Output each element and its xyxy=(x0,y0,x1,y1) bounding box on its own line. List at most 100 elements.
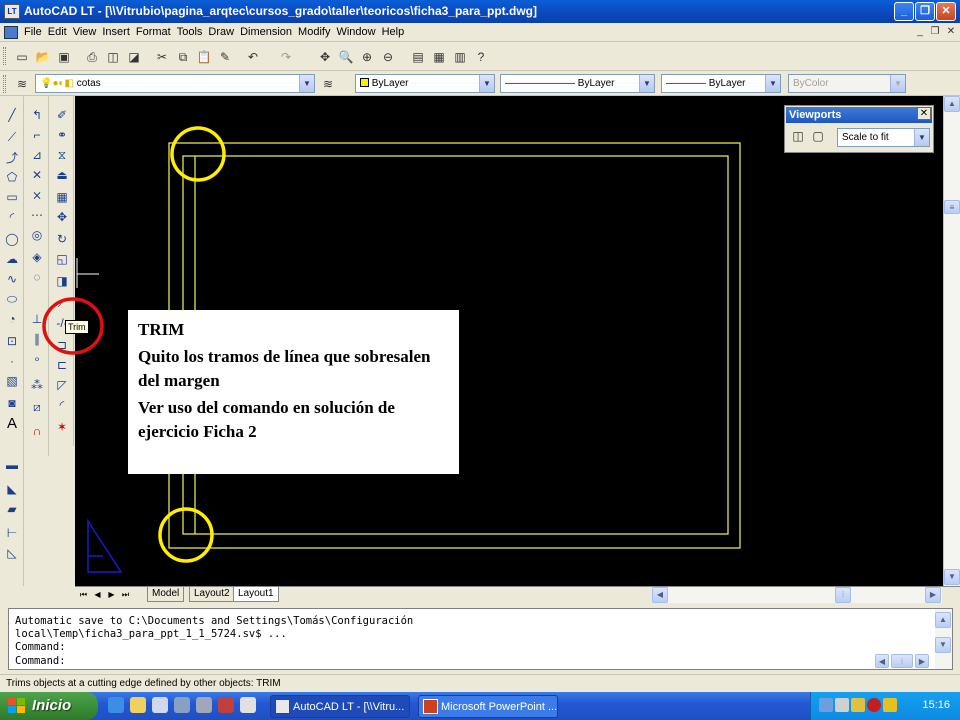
construction-line-icon[interactable]: ⟋ xyxy=(3,128,21,146)
first-tab-icon[interactable]: ⏮ xyxy=(77,588,90,602)
zoom-window-icon[interactable]: ⊕ xyxy=(357,47,377,67)
tab-layout2[interactable]: Layout2 xyxy=(189,587,235,602)
help-icon[interactable]: ? xyxy=(471,47,491,67)
scroll-right-icon[interactable]: ▶ xyxy=(925,587,941,603)
menu-modify[interactable]: Modify xyxy=(298,26,336,38)
spline-icon[interactable]: ∿ xyxy=(3,270,21,288)
tab-model[interactable]: Model xyxy=(147,587,185,602)
fillet-icon[interactable]: ◜ xyxy=(53,396,71,414)
task-autocad[interactable]: AutoCAD LT - [\\Vitru... xyxy=(270,695,410,718)
doc-close-icon[interactable]: ✕ xyxy=(944,26,958,39)
snap-nearest-icon[interactable]: ⧄ xyxy=(28,398,46,416)
menu-tools[interactable]: Tools xyxy=(177,26,209,38)
network-icon[interactable] xyxy=(819,698,833,712)
scroll-down-icon[interactable]: ▼ xyxy=(944,569,960,585)
menu-insert[interactable]: Insert xyxy=(102,26,136,38)
snap-extension-icon[interactable]: ⋯ xyxy=(28,206,46,224)
menu-dimension[interactable]: Dimension xyxy=(240,26,298,38)
viewport-scale-dropdown[interactable]: Scale to fit ▼ xyxy=(837,128,930,147)
viewports-dialog-icon[interactable]: ◫ xyxy=(789,127,807,145)
maximize-button[interactable]: ❐ xyxy=(915,2,935,21)
quicklaunch-app2-icon[interactable] xyxy=(218,697,234,713)
zoom-previous-icon[interactable]: ⊖ xyxy=(378,47,398,67)
erase-icon[interactable]: ✐ xyxy=(53,106,71,124)
scale-icon[interactable]: ◱ xyxy=(53,250,71,268)
menu-window[interactable]: Window xyxy=(336,26,381,38)
explode-icon[interactable]: ✶ xyxy=(53,418,71,436)
ellipse-icon[interactable]: ⬭ xyxy=(3,290,21,308)
security-shield-icon[interactable] xyxy=(883,698,897,712)
volume-icon[interactable] xyxy=(851,698,865,712)
menu-view[interactable]: View xyxy=(73,26,103,38)
cmd-hscroll-thumb[interactable]: ⦙ xyxy=(891,654,913,668)
design-center-icon[interactable]: ▦ xyxy=(429,47,449,67)
polygon-icon[interactable]: ⬠ xyxy=(3,168,21,186)
command-scrollbar[interactable]: ▲ ▼ xyxy=(935,609,952,669)
dim-radius-icon[interactable]: ◺ xyxy=(3,544,21,562)
layer-manager-icon[interactable]: ≋ xyxy=(12,74,32,94)
scroll-thumb[interactable]: ≡ xyxy=(944,200,960,214)
insert-block-icon[interactable]: ⊡ xyxy=(3,332,21,350)
command-window[interactable]: Automatic save to C:\Documents and Setti… xyxy=(8,608,953,670)
copy-icon[interactable]: ⧉ xyxy=(173,47,193,67)
ellipse-arc-icon[interactable]: ◔ xyxy=(3,310,21,328)
scroll-left-icon[interactable]: ◀ xyxy=(652,587,668,603)
zoom-realtime-icon[interactable]: 🔍 xyxy=(336,47,356,67)
scroll-down-icon[interactable]: ▼ xyxy=(935,637,951,653)
chevron-down-icon[interactable]: ▼ xyxy=(299,75,314,92)
multiline-text-icon[interactable]: A xyxy=(3,414,21,432)
stretch-icon[interactable]: ◨ xyxy=(53,272,71,290)
menu-help[interactable]: Help xyxy=(382,26,411,38)
match-properties-icon[interactable]: ✎ xyxy=(215,47,235,67)
quicklaunch-app3-icon[interactable] xyxy=(240,697,256,713)
snap-intersection-icon[interactable]: ✕ xyxy=(28,166,46,184)
save-icon[interactable]: ▣ xyxy=(54,47,74,67)
cut-icon[interactable]: ✂ xyxy=(152,47,172,67)
dimension-icon[interactable]: ▬ xyxy=(3,456,21,474)
arc-icon[interactable]: ◜ xyxy=(3,208,21,226)
sync-icon[interactable] xyxy=(835,698,849,712)
cmd-hscroll-left-icon[interactable]: ◀ xyxy=(875,654,889,668)
scroll-up-icon[interactable]: ▲ xyxy=(935,612,951,628)
open-folder-icon[interactable]: 📂 xyxy=(33,47,53,67)
document-icon[interactable] xyxy=(4,26,18,39)
snap-endpoint-icon[interactable]: ⌐ xyxy=(28,126,46,144)
linetype-dropdown[interactable]: ——————— ByLayer ▼ xyxy=(500,74,655,93)
command-prompt[interactable]: Command: xyxy=(15,655,66,667)
dim-aligned-icon[interactable]: ▰ xyxy=(3,500,21,518)
copy-object-icon[interactable]: ⚭ xyxy=(53,126,71,144)
outlook-express-icon[interactable] xyxy=(152,697,168,713)
internet-explorer-icon[interactable] xyxy=(108,697,124,713)
last-tab-icon[interactable]: ⏭ xyxy=(119,588,132,602)
dim-ordinate-icon[interactable]: ⊢ xyxy=(3,524,21,542)
chevron-down-icon[interactable]: ▼ xyxy=(914,129,929,146)
snap-center-icon[interactable]: ◎ xyxy=(28,226,46,244)
tab-layout1[interactable]: Layout1 xyxy=(233,587,279,602)
revcloud-icon[interactable]: ☁ xyxy=(3,250,21,268)
menu-format[interactable]: Format xyxy=(136,26,177,38)
dim-linear-icon[interactable]: ◣ xyxy=(3,480,21,498)
snap-tangent-icon[interactable]: ◌ xyxy=(28,268,46,286)
pan-realtime-icon[interactable]: ✥ xyxy=(315,47,335,67)
chevron-down-icon[interactable]: ▼ xyxy=(479,75,494,92)
plot-preview-icon[interactable]: ◫ xyxy=(103,47,123,67)
lineweight-dropdown[interactable]: ———— ByLayer ▼ xyxy=(661,74,781,93)
color-dropdown[interactable]: ByLayer ▼ xyxy=(355,74,495,93)
publish-icon[interactable]: ◪ xyxy=(124,47,144,67)
make-current-layer-icon[interactable]: ≋ xyxy=(318,74,338,94)
print-icon[interactable]: ⎙ xyxy=(82,47,102,67)
snap-node-icon[interactable]: ⁂ xyxy=(28,376,46,394)
task-powerpoint[interactable]: Microsoft PowerPoint ... xyxy=(418,695,558,718)
next-tab-icon[interactable]: ▶ xyxy=(105,588,118,602)
hscroll-thumb[interactable]: ⦙ xyxy=(835,587,851,603)
antivirus-icon[interactable] xyxy=(867,698,881,712)
rectangle-icon[interactable]: ▭ xyxy=(3,188,21,206)
media-player-icon[interactable] xyxy=(174,697,190,713)
chamfer-icon[interactable]: ◸ xyxy=(53,376,71,394)
circle-icon[interactable]: ◯ xyxy=(3,230,21,248)
array-icon[interactable]: ▦ xyxy=(53,188,71,206)
move-icon[interactable]: ✥ xyxy=(53,208,71,226)
new-file-icon[interactable]: ▭ xyxy=(12,47,32,67)
show-desktop-icon[interactable] xyxy=(130,697,146,713)
doc-minimize-icon[interactable]: _ xyxy=(913,26,927,39)
